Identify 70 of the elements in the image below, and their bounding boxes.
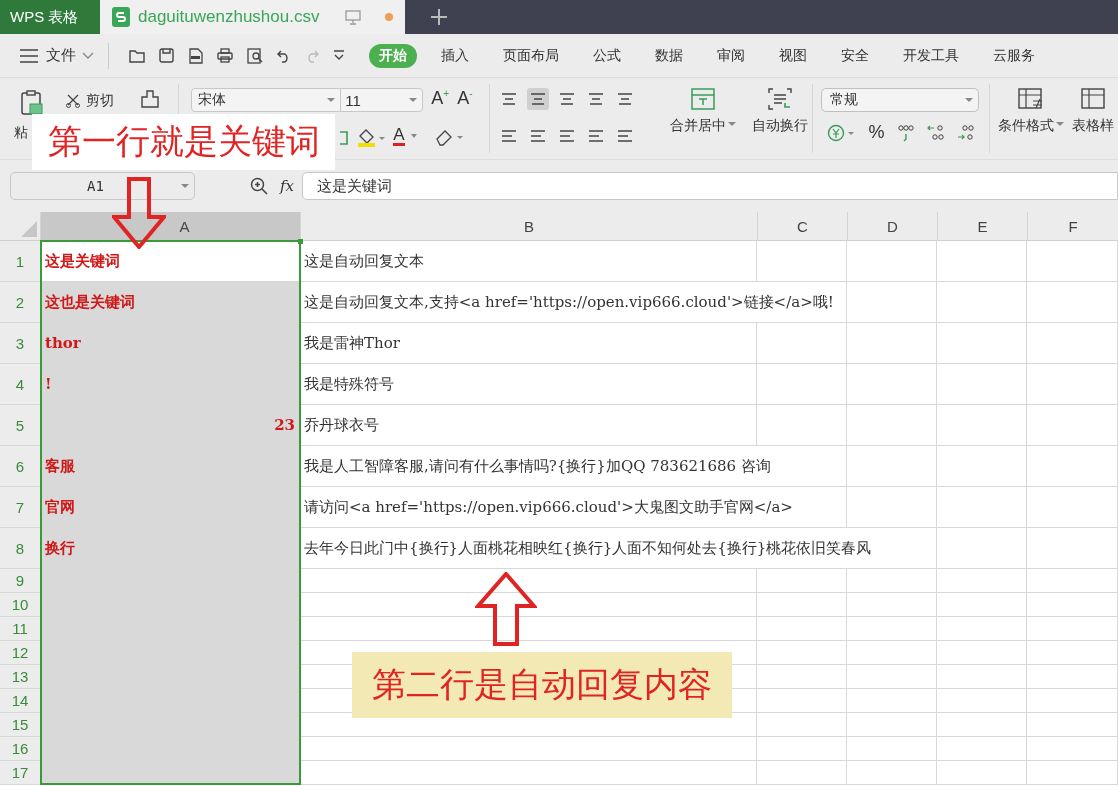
down-arrow (112, 177, 166, 249)
ribbon-tab[interactable]: 插入 (431, 43, 479, 68)
annotation-label: 第一行就是关键词 (32, 114, 335, 170)
table-cell: 23 (40, 405, 300, 445)
fill-color-icon[interactable] (357, 128, 388, 148)
chevron-icon[interactable] (82, 51, 94, 60)
app-tab[interactable]: WPS 表格 (0, 0, 100, 34)
ribbon-tab[interactable]: 云服务 (983, 43, 1045, 68)
table-cell: 这也是关键词 (40, 282, 300, 322)
conditional-format-button[interactable]: 条件格式 (994, 84, 1068, 153)
table-style-button[interactable]: 表格样 (1068, 84, 1118, 153)
ribbon-tab[interactable]: 视图 (769, 43, 817, 68)
ribbon-tab[interactable]: 数据 (645, 43, 693, 68)
caret-icon (409, 133, 418, 139)
ribbon-tab[interactable]: 审阅 (707, 43, 755, 68)
name-box[interactable]: A1 (10, 172, 195, 200)
ribbon-tab[interactable]: 开发工具 (893, 43, 969, 68)
new-tab-icon[interactable] (431, 9, 447, 25)
menu-icon[interactable] (20, 48, 38, 63)
dropdown-icon[interactable] (333, 49, 345, 62)
annotation-label: 第二行是自动回复内容 (352, 652, 732, 718)
ribbon-tab[interactable]: 公式 (583, 43, 631, 68)
pdf-icon[interactable] (188, 47, 203, 64)
font-name-field[interactable]: 宋体 (191, 88, 342, 112)
align-icon[interactable] (526, 88, 549, 110)
cut-button[interactable]: 剪切 (66, 92, 114, 110)
print-icon[interactable] (217, 48, 233, 63)
thousands-icon[interactable] (896, 123, 915, 142)
currency-icon[interactable] (826, 123, 857, 142)
spreadsheet-icon (112, 7, 130, 27)
paste-label[interactable]: 粘 (14, 124, 28, 142)
zoom-icon[interactable] (250, 177, 268, 195)
formula-field[interactable]: 这是关键词 (302, 172, 1118, 200)
wrap-text-button[interactable]: 自动换行 (747, 84, 812, 153)
column-header[interactable]: C (757, 212, 847, 240)
increase-font-button[interactable]: A$^{+}$ (431, 88, 450, 109)
percent-button[interactable]: % (868, 122, 885, 143)
decimal-decrease-icon[interactable] (956, 123, 975, 142)
undo-icon[interactable] (277, 48, 291, 63)
table-cell: thor (40, 323, 300, 363)
table-cell: 客服 (40, 446, 300, 486)
font-size-field[interactable]: 11 (340, 88, 424, 112)
merge-center-button[interactable]: 合并居中 (665, 84, 740, 153)
file-menu[interactable]: 文件 (46, 46, 76, 65)
column-header[interactable]: D (847, 212, 937, 240)
number-format-field[interactable]: 常规 (820, 88, 979, 112)
ribbon-tab[interactable]: 页面布局 (493, 43, 569, 68)
column-header[interactable]: A (40, 212, 300, 240)
decimal-increase-icon[interactable] (926, 123, 945, 142)
table-cell: 官网 (40, 487, 300, 527)
column-header[interactable]: E (937, 212, 1027, 240)
ribbon-tab[interactable]: 安全 (831, 43, 879, 68)
eraser-icon[interactable] (435, 128, 466, 146)
scissors-icon (66, 94, 80, 108)
merge-cells-icon (690, 88, 715, 110)
font-color-button[interactable]: A (393, 126, 418, 146)
clipboard-icon[interactable] (20, 90, 44, 116)
table-cell: ! (40, 364, 300, 404)
wrap-text-icon (767, 88, 792, 110)
table-icon (1018, 88, 1044, 110)
decrease-font-button[interactable]: A$^{-}$ (457, 88, 473, 109)
border-icon[interactable] (339, 130, 350, 146)
print-preview-icon[interactable] (247, 47, 263, 64)
format-painter-icon[interactable] (140, 90, 160, 108)
column-header[interactable]: F (1027, 212, 1118, 240)
function-button[interactable]: fx (280, 177, 294, 195)
table-icon (1081, 88, 1105, 110)
folder-icon[interactable] (129, 48, 145, 63)
save-icon[interactable] (159, 48, 174, 63)
table-cell: 换行 (40, 528, 300, 568)
